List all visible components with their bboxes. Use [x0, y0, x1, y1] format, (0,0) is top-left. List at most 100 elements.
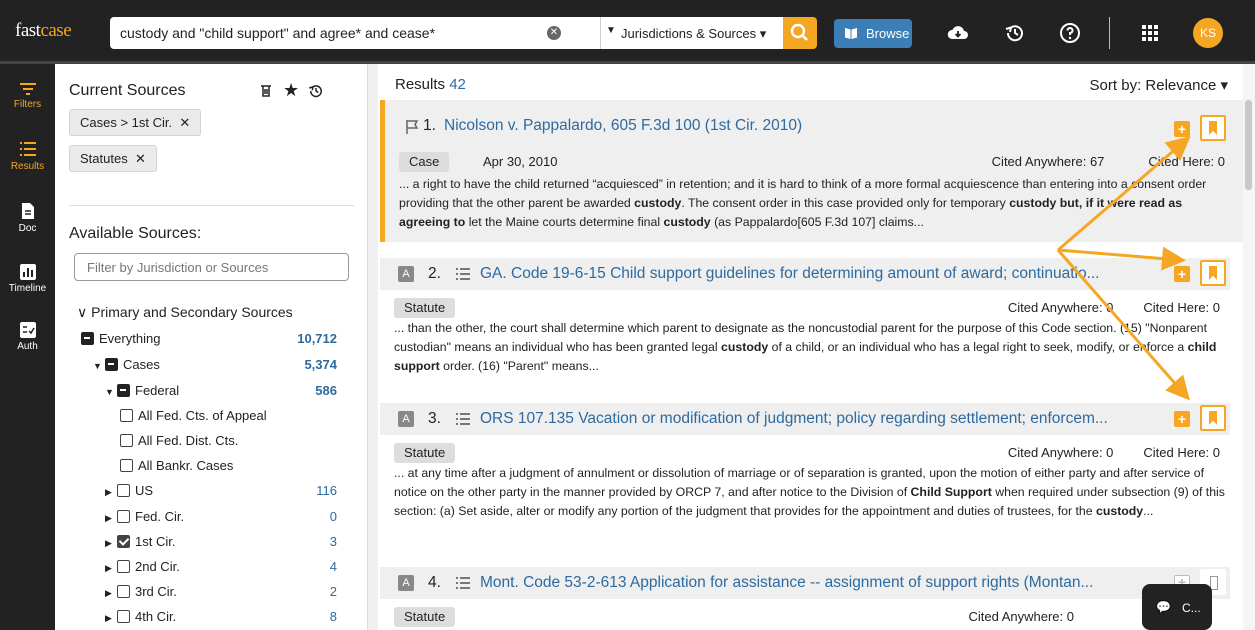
expand-caret-icon[interactable]: ▶	[105, 487, 117, 498]
result-type-badge: Case	[399, 152, 450, 172]
expand-caret-icon[interactable]: ▼	[105, 387, 117, 397]
chat-button[interactable]: 💬 C...	[1142, 584, 1212, 630]
bookmark-button[interactable]	[1200, 405, 1226, 431]
clear-search-icon[interactable]: ✕	[547, 26, 561, 40]
tree-item-fed-appeal[interactable]: All Fed. Cts. of Appeal	[55, 408, 368, 423]
tree-checkbox[interactable]	[117, 384, 130, 397]
add-to-folder-button[interactable]: +	[1174, 121, 1190, 137]
results-scrollbar[interactable]	[1243, 64, 1255, 630]
history-icon[interactable]	[1003, 21, 1027, 45]
sidebar-scrollbar[interactable]	[368, 64, 378, 630]
tree-checkbox[interactable]	[117, 510, 130, 523]
toolbar-divider	[1109, 17, 1110, 49]
expand-caret-icon[interactable]: ▶	[105, 613, 117, 624]
clear-sources-icon[interactable]	[259, 84, 273, 98]
sort-dropdown[interactable]: Sort by: Relevance ▾	[1090, 76, 1228, 94]
cloud-download-icon[interactable]	[946, 21, 970, 45]
bookmark-button[interactable]	[1200, 260, 1226, 286]
apps-grid-icon[interactable]	[1138, 21, 1162, 45]
fastcase-logo[interactable]: fastcase	[15, 20, 72, 42]
rail-item-timeline[interactable]: Timeline	[0, 264, 55, 294]
search-input[interactable]: custody and "child support" and agree* a…	[110, 17, 600, 49]
source-group-toggle[interactable]: ∨ Primary and Secondary Sources	[77, 304, 390, 321]
tree-checkbox[interactable]	[120, 459, 133, 472]
tree-checkbox[interactable]	[117, 484, 130, 497]
tree-checkbox[interactable]	[117, 610, 130, 623]
tree-item-us[interactable]: ▶ US 116	[55, 483, 368, 498]
source-filter-input[interactable]: Filter by Jurisdiction or Sources	[74, 253, 349, 281]
tree-checkbox[interactable]	[117, 560, 130, 573]
result-meta: Statute Cited Anywhere: 0 Cited Here: 0	[394, 298, 1224, 318]
rail-item-filters[interactable]: Filters	[0, 82, 55, 110]
rail-item-doc[interactable]: Doc	[0, 202, 55, 234]
tree-item-cases[interactable]: ▼ Cases 5,374	[55, 357, 368, 372]
tree-item-bankr[interactable]: All Bankr. Cases	[55, 458, 368, 473]
result-citations: Cited Anywhere: 67 Cited Here: 0	[991, 154, 1225, 169]
result-title-row: A 3. ORS 107.135 Vacation or modificatio…	[380, 403, 1230, 435]
favorite-star-icon[interactable]: ★	[283, 80, 299, 101]
user-avatar[interactable]: KS	[1193, 18, 1223, 48]
result-item: A 3. ORS 107.135 Vacation or modificatio…	[380, 403, 1243, 545]
source-chip[interactable]: Cases > 1st Cir. ✕	[69, 109, 202, 136]
search-options-caret-icon[interactable]: ▼	[601, 25, 621, 36]
browse-button[interactable]: Browse	[834, 19, 912, 48]
source-chip[interactable]: Statutes ✕	[69, 145, 157, 172]
outline-list-icon[interactable]	[455, 412, 471, 426]
result-title-link[interactable]: Mont. Code 53-2-613 Application for assi…	[480, 574, 1093, 592]
tree-checkbox[interactable]	[105, 358, 118, 371]
add-to-folder-button[interactable]: +	[1174, 411, 1190, 427]
expand-caret-icon[interactable]: ▶	[105, 538, 117, 549]
remove-chip-icon[interactable]: ✕	[176, 115, 190, 130]
sidebar-divider	[69, 205, 354, 206]
result-title-link[interactable]: GA. Code 19-6-15 Child support guideline…	[480, 265, 1100, 283]
remove-chip-icon[interactable]: ✕	[131, 151, 146, 166]
tree-item-fed-cir[interactable]: ▶ Fed. Cir. 0	[55, 509, 368, 524]
outline-list-icon[interactable]	[455, 267, 471, 281]
expand-caret-icon[interactable]: ▼	[93, 361, 105, 371]
result-meta: Case Apr 30, 2010 Cited Anywhere: 67 Cite…	[399, 152, 1229, 172]
browse-label: Browse	[866, 26, 910, 41]
bookmark-button[interactable]	[1200, 115, 1226, 141]
result-date: Apr 30, 2010	[483, 154, 558, 169]
flag-icon[interactable]	[405, 119, 419, 135]
authority-badge-icon: A	[398, 266, 414, 282]
help-icon[interactable]	[1058, 21, 1082, 45]
search-query[interactable]: custody and "child support" and agree* a…	[120, 25, 435, 41]
tree-item-fed-dist[interactable]: All Fed. Dist. Cts.	[55, 433, 368, 448]
tree-item-2nd-cir[interactable]: ▶ 2nd Cir. 4	[55, 559, 368, 574]
result-title-link[interactable]: Nicolson v. Pappalardo, 605 F.3d 100 (1s…	[444, 117, 802, 135]
result-citations: Cited Anywhere: 0 Cited Here: 0	[1007, 445, 1220, 460]
tree-checkbox[interactable]	[120, 434, 133, 447]
tree-checkbox[interactable]	[81, 332, 94, 345]
tree-checkbox[interactable]	[120, 409, 133, 422]
tree-item-1st-cir[interactable]: ▶ 1st Cir. 3	[55, 534, 368, 549]
result-meta: Statute Cited Anywhere: 0 Cited Here: 0	[394, 443, 1224, 463]
tree-checkbox-checked[interactable]	[117, 535, 130, 548]
expand-caret-icon[interactable]: ▼	[55, 335, 90, 345]
tree-item-3rd-cir[interactable]: ▶ 3rd Cir. 2	[55, 584, 368, 599]
sources-sidebar: Current Sources ★ Cases > 1st Cir. ✕ Sta…	[55, 64, 368, 630]
rail-item-auth[interactable]: Auth	[0, 322, 55, 352]
outline-list-icon[interactable]	[455, 576, 471, 590]
expand-caret-icon[interactable]: ▶	[105, 563, 117, 574]
tree-item-4th-cir[interactable]: ▶ 4th Cir. 8	[55, 609, 368, 624]
results-panel: Results 42 Sort by: Relevance ▾ 1. Nicol…	[378, 64, 1243, 630]
expand-caret-icon[interactable]: ▶	[105, 513, 117, 524]
chat-bubble-icon: 💬	[1156, 600, 1171, 614]
result-snippet: ... a right to have the child returned “…	[399, 177, 1207, 229]
left-rail: Filters Results Doc Timeline Auth	[0, 64, 55, 630]
source-history-icon[interactable]	[307, 82, 325, 100]
rail-item-results[interactable]: Results	[0, 140, 55, 172]
add-to-folder-button[interactable]: +	[1174, 266, 1190, 282]
result-title-row: A 2. GA. Code 19-6-15 Child support guid…	[380, 258, 1230, 290]
filter-icon	[19, 83, 36, 95]
result-citations: Cited Anywhere: 0 Cited Here: 0	[1007, 300, 1220, 315]
result-title-link[interactable]: ORS 107.135 Vacation or modification of …	[480, 410, 1108, 428]
scrollbar-thumb[interactable]	[1245, 100, 1252, 190]
jurisdictions-dropdown[interactable]: ▼ Jurisdictions & Sources ▾	[600, 17, 783, 49]
tree-item-everything[interactable]: ▼Everything10,712	[55, 331, 368, 346]
search-button[interactable]	[783, 17, 817, 49]
tree-item-federal[interactable]: ▼ Federal 586	[55, 383, 368, 398]
tree-checkbox[interactable]	[117, 585, 130, 598]
expand-caret-icon[interactable]: ▶	[105, 588, 117, 599]
